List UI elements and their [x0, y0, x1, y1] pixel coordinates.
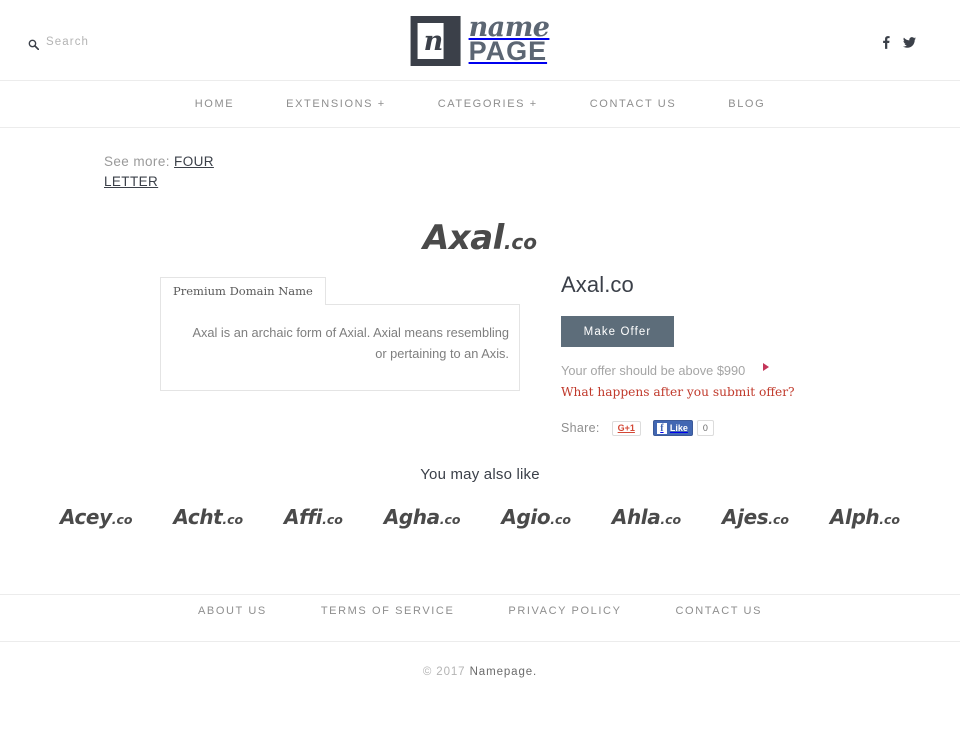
- see-more: See more: FOUR LETTER: [104, 152, 254, 192]
- footer-divider-bottom: [0, 641, 960, 642]
- footer-navigation: ABOUT US TERMS OF SERVICE PRIVACY POLICY…: [0, 605, 960, 617]
- tab-panel-content: Axal is an archaic form of Axial. Axial …: [160, 304, 520, 391]
- also-like-item-tld: .co: [879, 512, 900, 527]
- offer-panel: Axal.co Make Offer Your offer should be …: [561, 272, 901, 436]
- also-like-item-tld: .co: [111, 512, 133, 527]
- also-like-item[interactable]: Acey.co: [60, 505, 132, 529]
- also-like-item-name: Acht: [173, 505, 223, 529]
- also-like-item-tld: .co: [768, 512, 789, 527]
- also-like-item[interactable]: Acht.co: [173, 505, 243, 529]
- also-like-item[interactable]: Alph.co: [830, 505, 900, 529]
- also-like-list: Acey.co Acht.co Affi.co Agha.co Agio.co …: [60, 505, 900, 529]
- facebook-like-count: 0: [696, 420, 714, 436]
- footer-link-contact-us[interactable]: CONTACT US: [649, 605, 790, 617]
- site-logo[interactable]: n name PAGE: [410, 14, 550, 67]
- main-navigation: HOME EXTENSIONS + CATEGORIES + CONTACT U…: [0, 81, 960, 128]
- domain-wordmark-tld: .co: [503, 230, 538, 254]
- also-like-item-name: Agha: [383, 505, 440, 529]
- also-like-item-name: Acey: [60, 505, 112, 529]
- also-like-heading: You may also like: [420, 466, 540, 483]
- also-like-item[interactable]: Agio.co: [501, 505, 571, 529]
- logo-text: name PAGE: [469, 14, 550, 67]
- what-happens-link[interactable]: What happens after you submit offer?: [561, 385, 901, 399]
- facebook-f-icon: f: [656, 422, 667, 434]
- also-like-item[interactable]: Ahla.co: [612, 505, 681, 529]
- domain-info-tabs: Premium Domain Name Axal is an archaic f…: [160, 277, 520, 391]
- twitter-icon[interactable]: [903, 37, 916, 48]
- also-like-item-tld: .co: [222, 512, 244, 527]
- domain-wordmark-text: Axal.co: [423, 218, 537, 258]
- social-links: [882, 36, 916, 49]
- also-like-item-name: Agio: [501, 505, 551, 529]
- see-more-label: See more:: [104, 154, 170, 169]
- nav-item-categories[interactable]: CATEGORIES +: [412, 98, 564, 110]
- also-like-item-name: Affi: [284, 505, 323, 529]
- facebook-like-button[interactable]: f Like: [652, 420, 693, 436]
- page-title: Axal.co: [561, 272, 634, 297]
- also-like-item-name: Ahla: [611, 505, 661, 529]
- share-row: Share: G+1 f Like 0: [561, 420, 901, 436]
- search-button[interactable]: Search: [28, 36, 90, 50]
- facebook-like-widget: f Like 0: [652, 420, 714, 436]
- nav-item-extensions[interactable]: EXTENSIONS +: [260, 98, 412, 110]
- site-header: Search n name PAGE: [0, 0, 960, 81]
- footer-link-about-us[interactable]: ABOUT US: [171, 605, 294, 617]
- footer-divider: [0, 594, 960, 595]
- google-plus-one-button[interactable]: G+1: [611, 420, 641, 436]
- also-like-item[interactable]: Affi.co: [284, 505, 343, 529]
- logo-page: PAGE: [468, 36, 548, 66]
- also-like-item-name: Ajes: [722, 505, 769, 529]
- footer-link-privacy-policy[interactable]: PRIVACY POLICY: [481, 605, 648, 617]
- domain-wordmark: Axal.co: [0, 218, 960, 258]
- domain-wordmark-name: Axal: [422, 218, 504, 258]
- also-like-item-tld: .co: [550, 512, 571, 527]
- copyright-year: © 2017: [422, 666, 466, 678]
- logo-mark-icon: n: [410, 15, 461, 66]
- also-like-item-tld: .co: [439, 512, 461, 527]
- also-like-item-name: Alph: [829, 505, 880, 529]
- search-label: Search: [46, 36, 90, 48]
- nav-item-contact-us[interactable]: CONTACT US: [564, 98, 703, 110]
- copyright: © 2017 Namepage.: [0, 666, 960, 678]
- arrow-right-icon: [763, 363, 769, 371]
- logo-mark-letter: n: [423, 25, 444, 57]
- minimum-offer-text: Your offer should be above $990: [561, 363, 746, 378]
- also-like-item-tld: .co: [660, 512, 682, 527]
- copyright-name: Namepage.: [469, 666, 538, 678]
- footer-link-terms-of-service[interactable]: TERMS OF SERVICE: [294, 605, 482, 617]
- facebook-like-label: Like: [669, 423, 688, 433]
- search-icon: [28, 37, 40, 50]
- minimum-offer-note: Your offer should be above $990: [561, 361, 771, 380]
- also-like-item[interactable]: Ajes.co: [722, 505, 789, 529]
- make-offer-button[interactable]: Make Offer: [561, 316, 674, 347]
- share-label: Share:: [561, 421, 600, 435]
- nav-item-home[interactable]: HOME: [169, 98, 260, 110]
- tab-premium-domain-name[interactable]: Premium Domain Name: [160, 277, 326, 305]
- domain-description: Axal is an archaic form of Axial. Axial …: [192, 325, 509, 361]
- also-like-item[interactable]: Agha.co: [384, 505, 461, 529]
- facebook-icon[interactable]: [882, 36, 890, 49]
- nav-item-blog[interactable]: BLOG: [702, 98, 791, 110]
- also-like-item-tld: .co: [322, 512, 343, 527]
